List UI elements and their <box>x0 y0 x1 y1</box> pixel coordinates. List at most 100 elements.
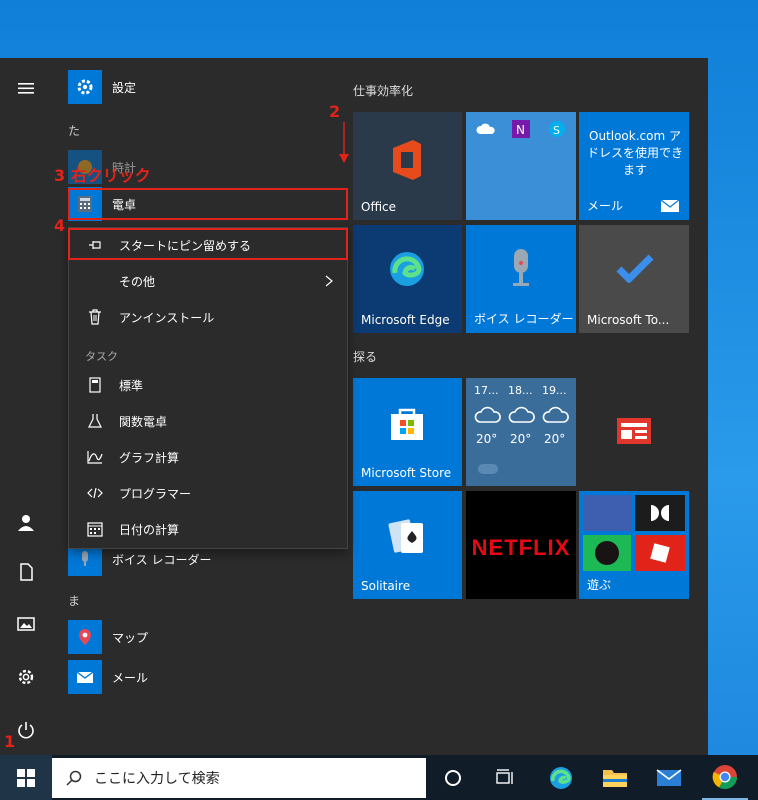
chrome-logo-icon <box>712 764 737 789</box>
taskbar-search-box[interactable]: ここに入力して検索 <box>52 758 426 798</box>
tile-solitaire[interactable]: Solitaire <box>353 491 462 599</box>
onenote-icon: N <box>512 120 530 138</box>
menu-item-date-calculation[interactable]: 日付の計算 <box>69 512 347 546</box>
weather-time-3: 19... <box>542 384 567 397</box>
cortana-circle-icon <box>445 769 461 786</box>
edge-logo-icon <box>550 766 572 789</box>
tile-todo[interactable]: Microsoft To... <box>579 225 689 333</box>
checkmark-icon <box>616 254 654 283</box>
calculator-icon <box>85 375 105 395</box>
app-label: 設定 <box>112 80 137 95</box>
svg-text:N: N <box>516 123 525 137</box>
taskbar-chrome[interactable] <box>702 755 748 800</box>
menu-item-label: アンインストール <box>119 310 215 325</box>
trash-icon <box>85 307 105 327</box>
menu-item-uninstall[interactable]: アンインストール <box>69 300 347 334</box>
onedrive-icon <box>476 123 495 134</box>
taskbar-mail[interactable] <box>648 755 690 800</box>
tile-label: Solitaire <box>361 579 411 593</box>
mail-icon <box>68 660 102 694</box>
app-settings[interactable]: 設定 <box>68 70 136 104</box>
app-label: ボイス レコーダー <box>112 552 212 567</box>
tile-office[interactable]: Office <box>353 112 462 220</box>
documents-button[interactable] <box>10 556 42 588</box>
microphone-icon <box>513 249 529 286</box>
office-logo-icon <box>393 140 421 180</box>
search-placeholder: ここに入力して検索 <box>94 771 220 787</box>
section-title-explore: 探る <box>353 350 378 364</box>
weather-time-2: 18... <box>508 384 533 397</box>
menu-header-tasks: タスク <box>85 350 118 363</box>
tile-netflix[interactable]: NETFLIX <box>466 491 576 599</box>
cloud-icon <box>474 406 501 423</box>
tile-label: Office <box>361 200 397 214</box>
tile-label: Microsoft Store <box>361 466 452 480</box>
menu-item-programmer[interactable]: プログラマー <box>69 476 347 510</box>
menu-item-label: 関数電卓 <box>119 414 168 429</box>
taskbar-edge[interactable] <box>540 755 582 800</box>
tile-voice-recorder[interactable]: ボイス レコーダー <box>466 225 576 333</box>
weather-temp-3: 20° <box>544 432 566 446</box>
annotation-step2: 2 <box>329 102 341 121</box>
tile-news[interactable] <box>579 378 689 486</box>
tile-label: Microsoft To... <box>587 313 670 327</box>
group-letter-ta: た <box>68 124 81 138</box>
task-view-button[interactable] <box>484 755 526 800</box>
weather-temp-1: 20° <box>476 432 498 446</box>
tile-store[interactable]: Microsoft Store <box>353 378 462 486</box>
user-icon <box>18 515 34 531</box>
tile-weather[interactable]: 17... 18... 19... 20° 20° 20° <box>466 378 576 486</box>
group-letter-ma: ま <box>68 594 81 608</box>
menu-item-label: 標準 <box>119 378 144 393</box>
cortana-button[interactable] <box>432 755 474 800</box>
skype-icon: S <box>549 121 565 137</box>
tile-edge[interactable]: Microsoft Edge <box>353 225 462 333</box>
app-maps[interactable]: マップ <box>68 620 148 654</box>
menu-item-scientific[interactable]: 関数電卓 <box>69 404 347 438</box>
news-icon <box>617 418 651 444</box>
menu-item-graphing[interactable]: グラフ計算 <box>69 440 347 474</box>
weather-indicator <box>478 464 498 474</box>
flask-icon <box>85 411 105 431</box>
menu-item-label: グラフ計算 <box>119 450 180 465</box>
calendar-icon <box>85 519 105 539</box>
context-menu: スタートにピン留めする その他 アンインストール タスク 標準 関数電卓 グラフ… <box>68 227 348 549</box>
svg-text:S: S <box>553 124 560 137</box>
dolby-icon <box>635 495 685 531</box>
chevron-right-icon <box>325 275 333 287</box>
user-account-button[interactable] <box>10 506 42 538</box>
taskbar-file-explorer[interactable] <box>594 755 636 800</box>
blank-icon <box>85 271 105 291</box>
weather-time-1: 17... <box>474 384 499 397</box>
tile-label: Microsoft Edge <box>361 313 450 327</box>
menu-item-more[interactable]: その他 <box>69 264 347 298</box>
annotation-step4: 4 <box>54 216 66 235</box>
tile-office-apps-group[interactable]: N S <box>466 112 576 220</box>
annotation-step3: 3 右クリック <box>54 166 151 185</box>
tile-label: 遊ぶ <box>587 578 612 592</box>
start-rail <box>0 58 52 755</box>
hamburger-menu-button[interactable] <box>10 72 42 104</box>
tile-label: メール <box>587 199 624 213</box>
menu-item-standard[interactable]: 標準 <box>69 368 347 402</box>
map-pin-icon <box>68 620 102 654</box>
edge-logo-icon <box>390 252 424 286</box>
gear-icon <box>68 70 102 104</box>
app-mail[interactable]: メール <box>68 660 148 694</box>
settings-rail-button[interactable] <box>10 661 42 693</box>
tile-label: ボイス レコーダー <box>474 312 574 326</box>
annotation-box-calculator <box>68 188 348 220</box>
step2-arrow-icon <box>339 122 349 163</box>
code-icon <box>85 483 105 503</box>
start-button[interactable] <box>0 755 52 800</box>
mail-icon <box>656 768 682 786</box>
tile-outlook[interactable]: Outlook.com アドレスを使用できます メール <box>579 112 689 220</box>
annotation-step1: 1 <box>4 732 16 751</box>
roblox-icon <box>635 535 685 571</box>
app-label: メール <box>112 670 149 685</box>
task-view-icon <box>496 768 513 784</box>
tile-outlook-text: Outlook.com アドレスを使用できます <box>587 129 684 177</box>
tile-play[interactable]: 遊ぶ <box>579 491 689 599</box>
pictures-button[interactable] <box>10 608 42 640</box>
cloud-icon <box>542 406 569 423</box>
